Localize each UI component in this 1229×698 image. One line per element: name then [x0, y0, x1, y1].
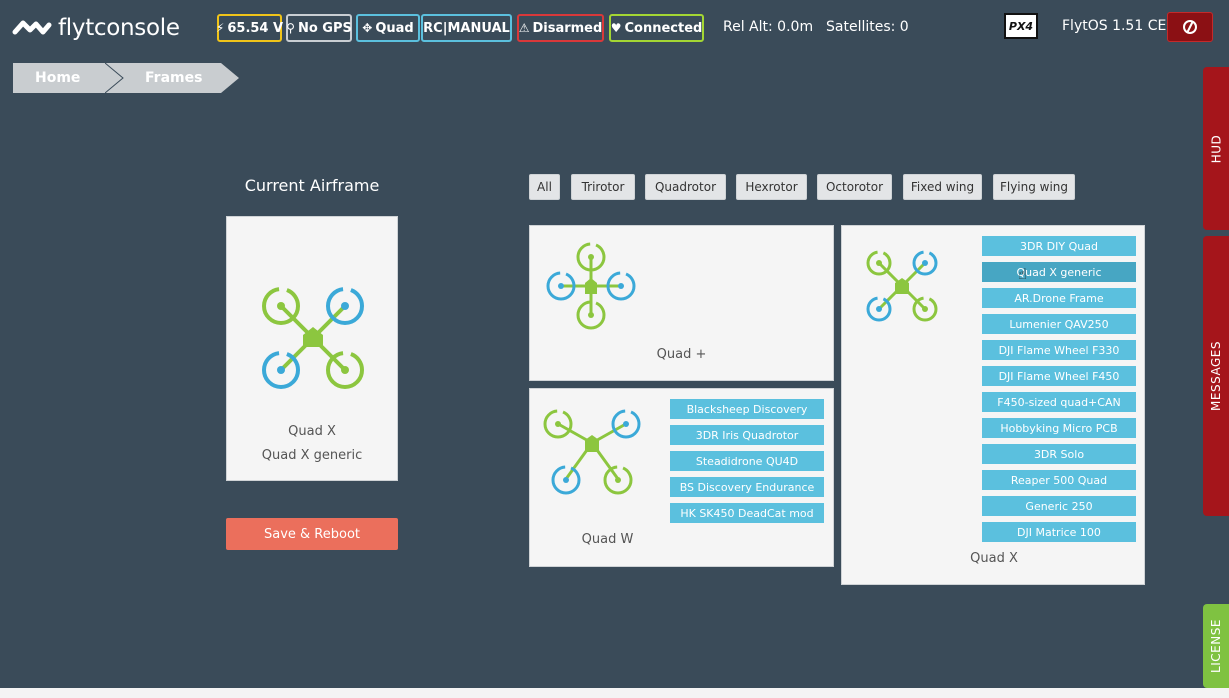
quad-w-frame-icon	[543, 409, 641, 495]
warning-icon: ⚠	[518, 21, 530, 35]
frame-card-quad-w[interactable]: Blacksheep Discovery 3DR Iris Quadrotor …	[529, 388, 834, 567]
list-item[interactable]: Generic 250	[982, 496, 1136, 516]
app-logo: flytconsole	[12, 14, 180, 42]
list-item[interactable]: Lumenier QAV250	[982, 314, 1136, 334]
logo-wave-icon	[12, 20, 52, 35]
frame-label-quad-w: Quad W	[581, 532, 634, 547]
frame-badge: ✥ Quad	[356, 14, 420, 42]
frame-label-quad-x: Quad X	[970, 551, 1018, 566]
list-item[interactable]: 3DR Solo	[982, 444, 1136, 464]
px4-logo: PX4	[1004, 13, 1038, 39]
breadcrumb-frames[interactable]: Frames	[105, 63, 239, 93]
current-frame-model: Quad X generic	[261, 448, 363, 463]
arm-status: Disarmed	[532, 20, 603, 36]
list-item[interactable]: 3DR Iris Quadrotor	[670, 425, 824, 445]
tab-hud[interactable]: HUD	[1203, 67, 1229, 230]
filter-flying-wing[interactable]: Flying wing	[993, 174, 1075, 200]
list-item[interactable]: 3DR DIY Quad	[982, 236, 1136, 256]
list-item[interactable]: BS Discovery Endurance	[670, 477, 824, 497]
current-frame-type: Quad X	[288, 424, 336, 439]
frame-card-quad-plus[interactable]: Quad +	[529, 225, 834, 381]
filter-octorotor[interactable]: Octorotor	[817, 174, 892, 200]
filter-trirotor[interactable]: Trirotor	[571, 174, 635, 200]
quad-x-frame-icon	[262, 287, 364, 389]
hand-cursor-icon: ☝	[1018, 265, 1028, 283]
list-item[interactable]: Steadidrone QU4D	[670, 451, 824, 471]
battery-value: 65.54 V	[227, 20, 284, 36]
bottom-strip	[0, 688, 1229, 698]
quad-x-frame-icon	[866, 250, 938, 322]
rel-alt-readout: Rel Alt: 0.0m	[723, 19, 814, 35]
mode-badge: RC|MANUAL	[421, 14, 512, 42]
filter-hexrotor[interactable]: Hexrotor	[736, 174, 807, 200]
flight-mode: RC|MANUAL	[423, 20, 510, 36]
satellites-readout: Satellites: 0	[826, 19, 909, 35]
top-bar: flytconsole ⚡ 65.54 V ⚲ No GPS ✥ Quad RC|MA…	[0, 0, 1229, 56]
connection-status: Connected	[624, 20, 703, 36]
power-icon	[1183, 20, 1197, 34]
current-airframe-card: Quad X Quad X generic	[226, 216, 398, 481]
frame-label-quad-plus: Quad +	[656, 347, 707, 362]
location-pin-icon: ⚲	[286, 21, 295, 35]
bolt-icon: ⚡	[215, 21, 225, 35]
filter-fixed-wing[interactable]: Fixed wing	[903, 174, 982, 200]
os-version: FlytOS 1.51 CE	[1062, 18, 1167, 34]
tab-license[interactable]: LICENSE	[1203, 604, 1229, 688]
list-item-selected[interactable]: Quad X generic	[982, 262, 1136, 282]
quad-plus-frame-icon	[546, 242, 636, 330]
list-item[interactable]: DJI Flame Wheel F330	[982, 340, 1136, 360]
list-item[interactable]: DJI Flame Wheel F450	[982, 366, 1136, 386]
move-arrows-icon: ✥	[362, 21, 373, 35]
connection-badge: ♥ Connected	[609, 14, 704, 42]
frame-type: Quad	[375, 20, 414, 36]
battery-badge: ⚡ 65.54 V	[215, 14, 284, 42]
filter-all[interactable]: All	[529, 174, 560, 200]
arm-status-badge: ⚠ Disarmed	[517, 14, 604, 42]
quad-w-model-list: Blacksheep Discovery 3DR Iris Quadrotor …	[670, 399, 824, 529]
frame-card-quad-x[interactable]: 3DR DIY Quad Quad X generic AR.Drone Fra…	[841, 225, 1145, 585]
list-item[interactable]: AR.Drone Frame	[982, 288, 1136, 308]
list-item[interactable]: Blacksheep Discovery	[670, 399, 824, 419]
quad-x-model-list: 3DR DIY Quad Quad X generic AR.Drone Fra…	[982, 236, 1136, 548]
list-item[interactable]: F450-sized quad+CAN	[982, 392, 1136, 412]
save-reboot-button[interactable]: Save & Reboot	[226, 518, 398, 550]
brand-name: flytconsole	[58, 15, 180, 41]
filter-quadrotor[interactable]: Quadrotor	[645, 174, 726, 200]
list-item[interactable]: Reaper 500 Quad	[982, 470, 1136, 490]
heart-icon: ♥	[610, 21, 622, 35]
list-item[interactable]: Hobbyking Micro PCB	[982, 418, 1136, 438]
power-button[interactable]	[1167, 12, 1213, 42]
current-airframe-title: Current Airframe	[244, 176, 380, 195]
gps-badge: ⚲ No GPS	[286, 14, 352, 42]
list-item[interactable]: HK SK450 DeadCat mod	[670, 503, 824, 523]
list-item[interactable]: DJI Matrice 100	[982, 522, 1136, 542]
tab-messages[interactable]: MESSAGES	[1203, 236, 1229, 516]
gps-status: No GPS	[297, 20, 352, 36]
